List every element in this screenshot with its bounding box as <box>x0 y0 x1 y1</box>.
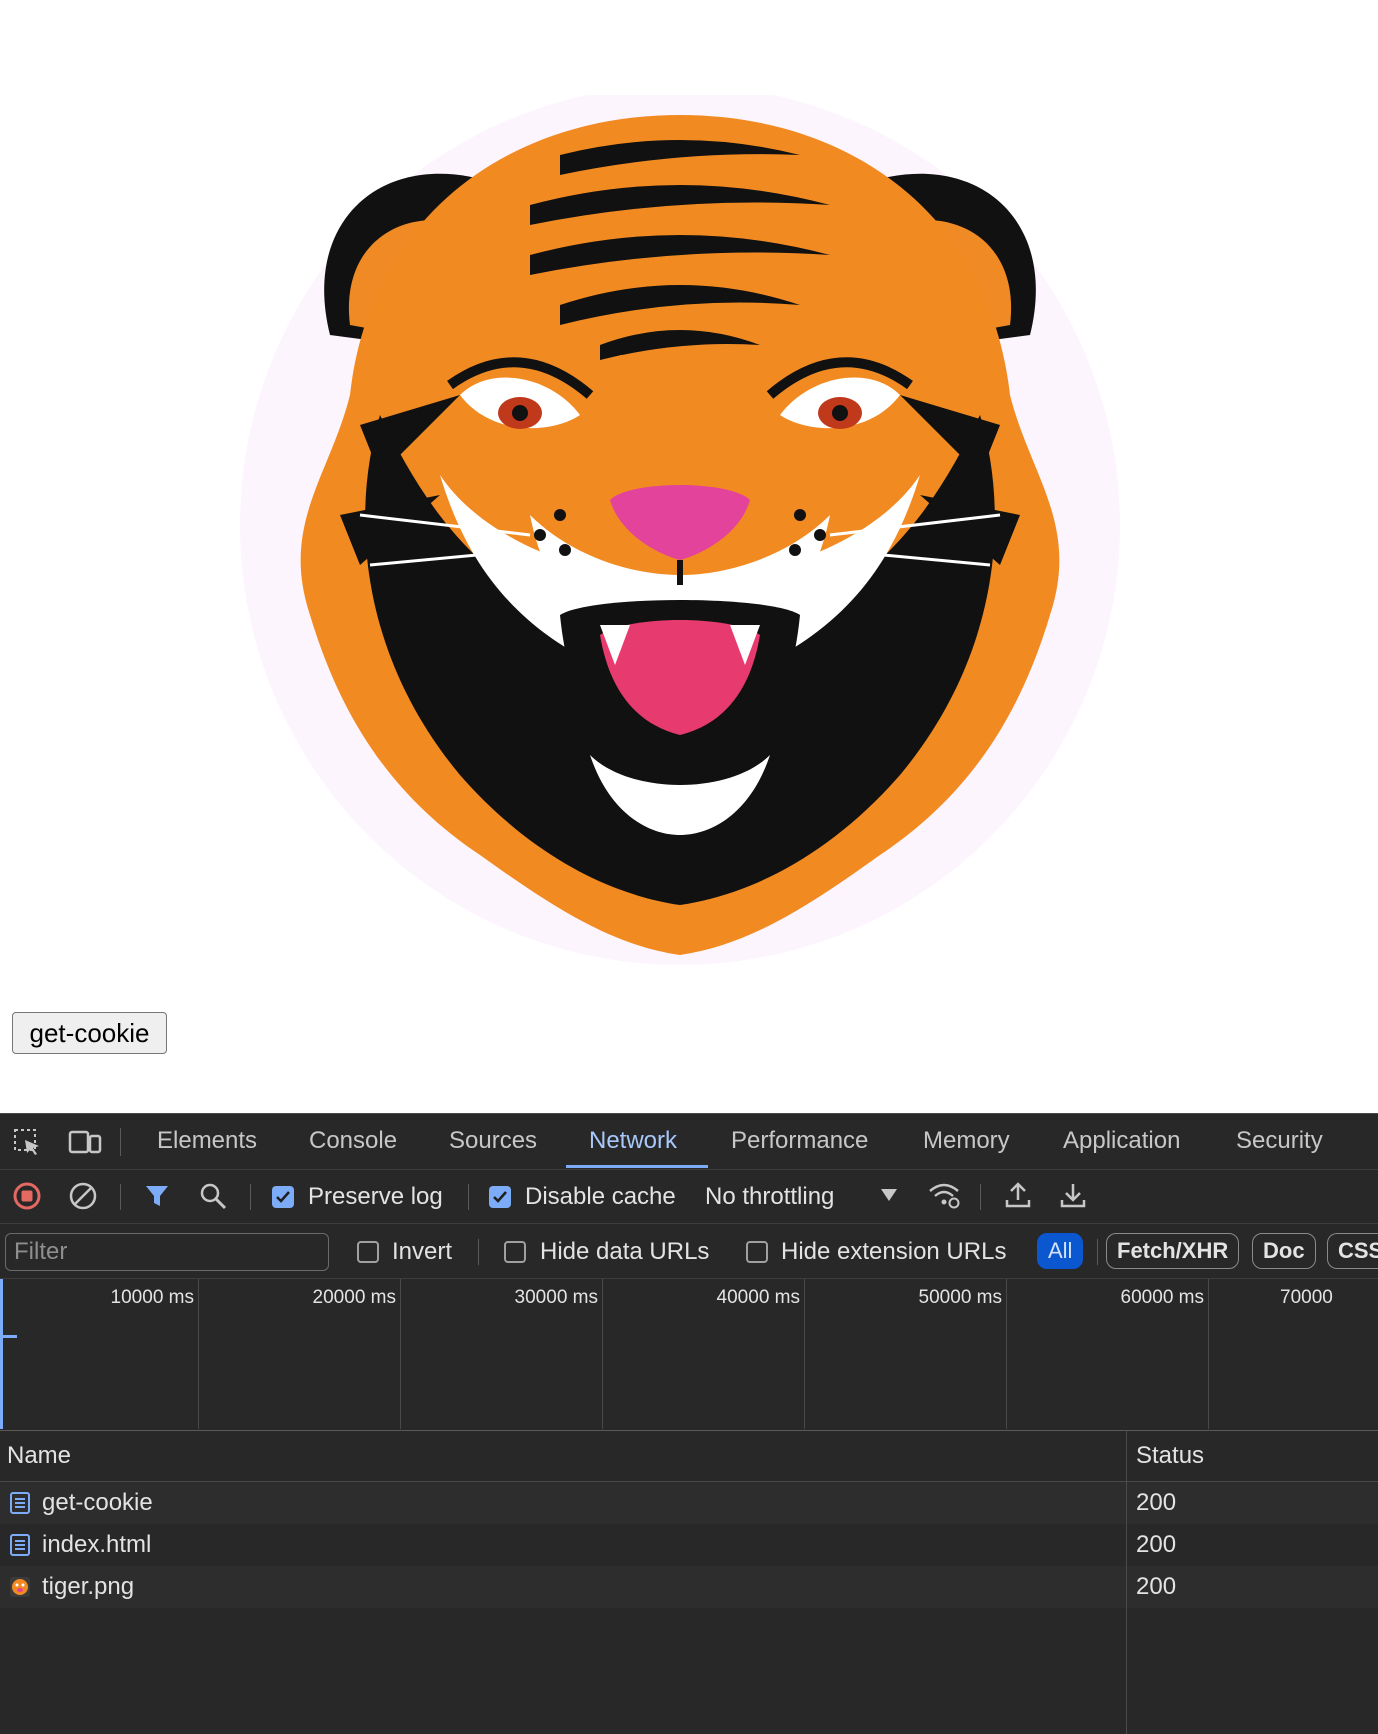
document-icon <box>10 1492 30 1514</box>
timeline-tick-label: 10000 ms <box>110 1287 194 1308</box>
preserve-log-checkbox[interactable] <box>272 1186 294 1208</box>
timeline-overview[interactable]: 10000 ms 20000 ms 30000 ms 40000 ms 5000… <box>0 1279 1378 1431</box>
get-cookie-button[interactable]: get-cookie <box>12 1012 167 1054</box>
devtools-tabbar: Elements Console Sources Network Perform… <box>0 1114 1378 1170</box>
tab-application[interactable]: Application <box>1063 1114 1180 1169</box>
toolbar-separator <box>120 1184 121 1210</box>
column-header-name[interactable]: Name <box>7 1431 71 1481</box>
timeline-gridline <box>400 1279 401 1429</box>
timeline-tick-label: 40000 ms <box>716 1287 800 1308</box>
tab-memory[interactable]: Memory <box>923 1114 1010 1169</box>
search-icon[interactable] <box>198 1181 228 1211</box>
preserve-log-label[interactable]: Preserve log <box>308 1183 443 1211</box>
toolbar-separator <box>980 1184 981 1210</box>
invert-checkbox[interactable] <box>357 1241 379 1263</box>
request-status: 200 <box>1136 1573 1177 1600</box>
network-toolbar: Preserve log Disable cache No throttling <box>0 1170 1378 1224</box>
timeline-tick-label: 30000 ms <box>514 1287 598 1308</box>
hide-extension-urls-checkbox[interactable] <box>746 1241 768 1263</box>
tab-elements[interactable]: Elements <box>157 1114 257 1169</box>
filter-icon[interactable] <box>143 1182 171 1210</box>
tab-performance[interactable]: Performance <box>731 1114 868 1169</box>
filter-separator <box>1097 1239 1098 1265</box>
filter-separator <box>478 1239 479 1265</box>
requests-table: Name Status get-cookie 200 index.html 20… <box>0 1431 1378 1734</box>
toolbar-separator <box>250 1184 251 1210</box>
hide-data-urls-label[interactable]: Hide data URLs <box>540 1238 709 1266</box>
hide-data-urls-checkbox[interactable] <box>504 1241 526 1263</box>
network-conditions-icon[interactable] <box>927 1180 961 1210</box>
devtools-panel: Elements Console Sources Network Perform… <box>0 1113 1378 1734</box>
export-har-icon[interactable] <box>1058 1180 1088 1210</box>
timeline-gridline <box>198 1279 199 1429</box>
table-row[interactable]: index.html 200 <box>0 1524 1378 1566</box>
request-name[interactable]: index.html <box>42 1524 151 1566</box>
table-row[interactable]: get-cookie 200 <box>0 1482 1378 1524</box>
hide-extension-urls-label[interactable]: Hide extension URLs <box>781 1238 1006 1266</box>
active-tab-indicator <box>566 1165 708 1168</box>
chip-fetch-xhr[interactable]: Fetch/XHR <box>1106 1233 1240 1269</box>
chip-all[interactable]: All <box>1037 1233 1084 1269</box>
throttling-select[interactable]: No throttling <box>705 1183 834 1211</box>
import-har-icon[interactable] <box>1003 1180 1033 1210</box>
request-waterfall-bar <box>3 1335 17 1338</box>
tab-network[interactable]: Network <box>589 1114 677 1169</box>
clear-icon[interactable] <box>68 1181 98 1211</box>
chip-css[interactable]: CSS <box>1327 1233 1378 1269</box>
table-row[interactable]: tiger.png 200 <box>0 1566 1378 1608</box>
disable-cache-label[interactable]: Disable cache <box>525 1183 676 1211</box>
request-name[interactable]: get-cookie <box>42 1482 153 1524</box>
image-thumbnail-icon <box>10 1577 30 1597</box>
timeline-selection-marker[interactable] <box>0 1279 3 1429</box>
filter-input[interactable] <box>5 1233 329 1271</box>
check-icon <box>493 1191 507 1203</box>
timeline-gridline <box>602 1279 603 1429</box>
page-content: get-cookie <box>0 0 1378 1113</box>
device-toolbar-icon[interactable] <box>68 1128 102 1156</box>
timeline-tick-label: 50000 ms <box>918 1287 1002 1308</box>
disable-cache-checkbox[interactable] <box>489 1186 511 1208</box>
tiger-image <box>240 95 1120 965</box>
column-separator[interactable] <box>1126 1431 1127 1734</box>
timeline-tick-label: 20000 ms <box>312 1287 396 1308</box>
tab-console[interactable]: Console <box>309 1114 397 1169</box>
request-status: 200 <box>1136 1489 1177 1516</box>
request-status: 200 <box>1136 1531 1177 1558</box>
column-header-status[interactable]: Status <box>1136 1431 1204 1481</box>
filter-bar: Invert Hide data URLs Hide extension URL… <box>0 1223 1378 1279</box>
timeline-gridline <box>804 1279 805 1429</box>
stop-recording-icon[interactable] <box>12 1181 42 1211</box>
inspect-element-icon[interactable] <box>13 1128 43 1156</box>
invert-label[interactable]: Invert <box>392 1238 452 1266</box>
timeline-gridline <box>1208 1279 1209 1429</box>
check-icon <box>276 1191 290 1203</box>
chevron-down-icon[interactable] <box>880 1188 898 1202</box>
tab-sources[interactable]: Sources <box>449 1114 537 1169</box>
toolbar-separator <box>468 1184 469 1210</box>
timeline-tick-label: 70000 <box>1280 1287 1333 1308</box>
timeline-tick-label: 60000 ms <box>1120 1287 1204 1308</box>
request-name[interactable]: tiger.png <box>42 1566 134 1608</box>
chip-doc[interactable]: Doc <box>1252 1233 1316 1269</box>
document-icon <box>10 1534 30 1556</box>
timeline-gridline <box>1006 1279 1007 1429</box>
tabbar-separator <box>120 1128 121 1156</box>
tab-security[interactable]: Security <box>1236 1114 1323 1169</box>
